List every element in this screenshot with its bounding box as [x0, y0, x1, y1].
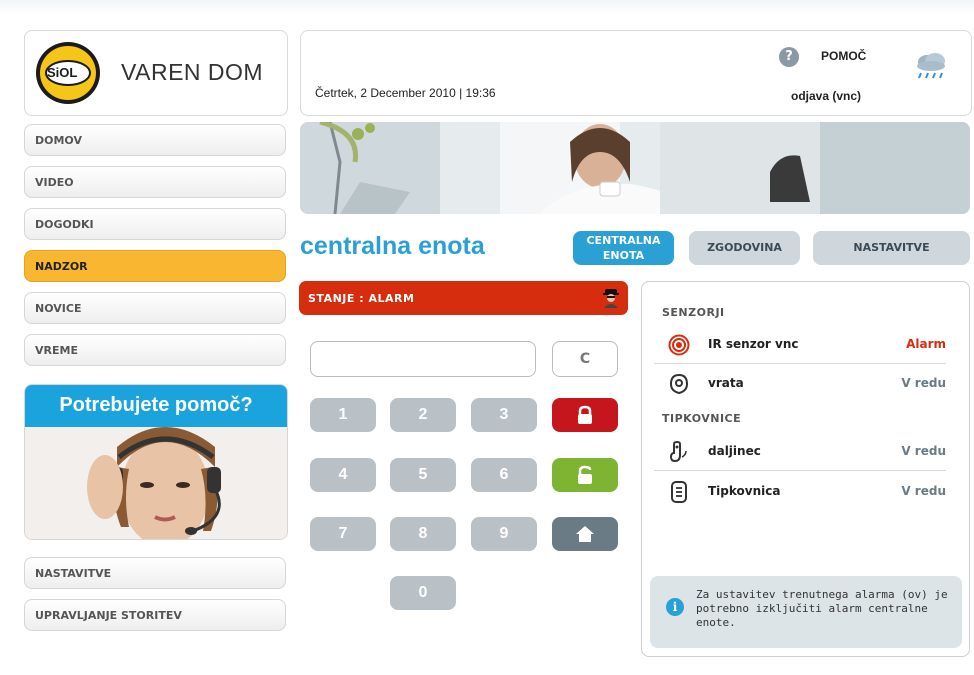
sensor-panel: SENZORJI IR senzor vnc Alarm vrata V red… [641, 281, 970, 657]
tab-nastavitve[interactable]: NASTAVITVE [813, 231, 970, 265]
page-title: centralna enota [300, 232, 485, 260]
info-icon: i [666, 598, 684, 616]
nav-item-upravljanje-storitev[interactable]: UPRAVLJANJE STORITEV [24, 599, 286, 631]
key-6-button[interactable]: 6 [471, 458, 537, 492]
sensor-state: V redu [901, 444, 946, 458]
home-icon [576, 526, 594, 542]
disarm-button[interactable] [552, 458, 618, 492]
key-2-button[interactable]: 2 [390, 398, 456, 432]
nav-item-video[interactable]: VIDEO [24, 166, 286, 198]
help-banner[interactable]: Potrebujete pomoč? [24, 384, 288, 540]
door-sensor-icon [669, 373, 689, 395]
key-9-button[interactable]: 9 [471, 517, 537, 551]
key-0-button[interactable]: 0 [390, 576, 456, 610]
arm-button[interactable] [552, 398, 618, 432]
code-input[interactable] [310, 341, 536, 377]
info-text: Za ustavitev trenutnega alarma (ov) je p… [696, 588, 948, 629]
nav-item-label: VREME [35, 344, 78, 357]
nav-item-label: NOVICE [35, 302, 82, 315]
key-3-button[interactable]: 3 [471, 398, 537, 432]
help-icon[interactable]: ? [779, 47, 799, 67]
alarm-status-text: STANJE : ALARM [308, 292, 415, 305]
group-label-sensors: SENZORJI [662, 306, 725, 319]
help-link[interactable]: POMOČ [821, 49, 866, 63]
key-7-button[interactable]: 7 [310, 517, 376, 551]
burglar-icon [603, 289, 619, 308]
nav-item-label: NADZOR [35, 260, 88, 273]
sensor-state: V redu [901, 376, 946, 390]
home-mode-button[interactable] [552, 517, 618, 551]
nav-item-label: DOMOV [35, 134, 82, 147]
group-label-keypads: TIPKOVNICE [662, 412, 742, 425]
nav-item-nastavitve[interactable]: NASTAVITVE [24, 557, 286, 589]
nav-item-novice[interactable]: NOVICE [24, 292, 286, 324]
help-banner-title: Potrebujete pomoč? [25, 385, 287, 427]
tab-centralna-enota[interactable]: CENTRALNA ENOTA [573, 231, 674, 265]
nav-item-label: NASTAVITVE [35, 567, 112, 580]
unlock-icon [578, 465, 592, 484]
sensor-row[interactable]: vrata V redu [654, 367, 946, 401]
sensor-row[interactable]: IR senzor vnc Alarm [654, 328, 946, 362]
current-datetime: Četrtek, 2 December 2010 | 19:36 [315, 86, 496, 100]
alarm-status-bar: STANJE : ALARM [299, 281, 628, 315]
sensor-row[interactable]: Tipkovnica V redu [654, 475, 946, 509]
key-8-button[interactable]: 8 [390, 517, 456, 551]
app-name: VAREN DOM [121, 59, 264, 85]
sensor-name: IR senzor vnc [708, 337, 799, 351]
sensor-name: vrata [708, 376, 744, 390]
nav-item-domov[interactable]: DOMOV [24, 124, 286, 156]
nav-item-vreme[interactable]: VREME [24, 334, 286, 366]
nav-item-label: UPRAVLJANJE STORITEV [35, 609, 182, 622]
nav-item-nadzor[interactable]: NADZOR [24, 250, 286, 282]
header: Četrtek, 2 December 2010 | 19:36 ? POMOČ… [300, 30, 972, 116]
sensor-state: Alarm [906, 337, 946, 351]
top-gradient-strip [0, 0, 974, 14]
sensor-name: Tipkovnica [708, 484, 781, 498]
clear-button[interactable]: C [552, 341, 618, 377]
divider [654, 363, 946, 364]
divider [654, 470, 946, 471]
key-1-button[interactable]: 1 [310, 398, 376, 432]
nav-item-label: VIDEO [35, 176, 74, 189]
cloud-rain-icon[interactable] [913, 51, 949, 81]
sensor-row[interactable]: daljinec V redu [654, 435, 946, 469]
logo-box[interactable]: SiOL VAREN DOM [24, 30, 288, 116]
nav-item-dogodki[interactable]: DOGODKI [24, 208, 286, 240]
info-box: i Za ustavitev trenutnega alarma (ov) je… [650, 576, 962, 648]
remote-icon [669, 441, 687, 463]
hero-image [300, 122, 970, 214]
key-4-button[interactable]: 4 [310, 458, 376, 492]
keypad-icon [671, 481, 687, 503]
sensor-state: V redu [901, 484, 946, 498]
key-5-button[interactable]: 5 [390, 458, 456, 492]
lock-icon [578, 405, 592, 424]
logo-mark-text: SiOL [47, 65, 78, 80]
logout-link[interactable]: odjava (vnc) [791, 89, 861, 103]
tab-zgodovina[interactable]: ZGODOVINA [689, 231, 800, 265]
support-agent-illustration [25, 427, 287, 539]
ir-sensor-icon [668, 334, 690, 356]
nav-item-label: DOGODKI [35, 218, 94, 231]
sensor-name: daljinec [708, 444, 761, 458]
